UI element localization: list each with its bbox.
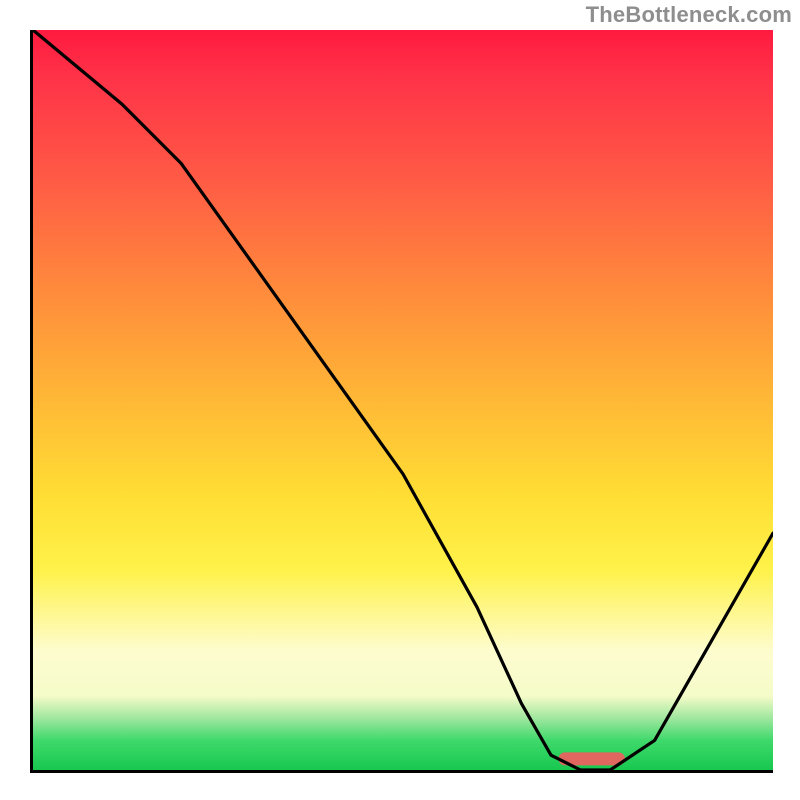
bottleneck-chart: TheBottleneck.com — [0, 0, 800, 800]
plot-area — [30, 30, 773, 773]
curve-layer — [33, 30, 773, 770]
bottleneck-curve — [33, 30, 773, 770]
watermark-text: TheBottleneck.com — [586, 2, 792, 28]
